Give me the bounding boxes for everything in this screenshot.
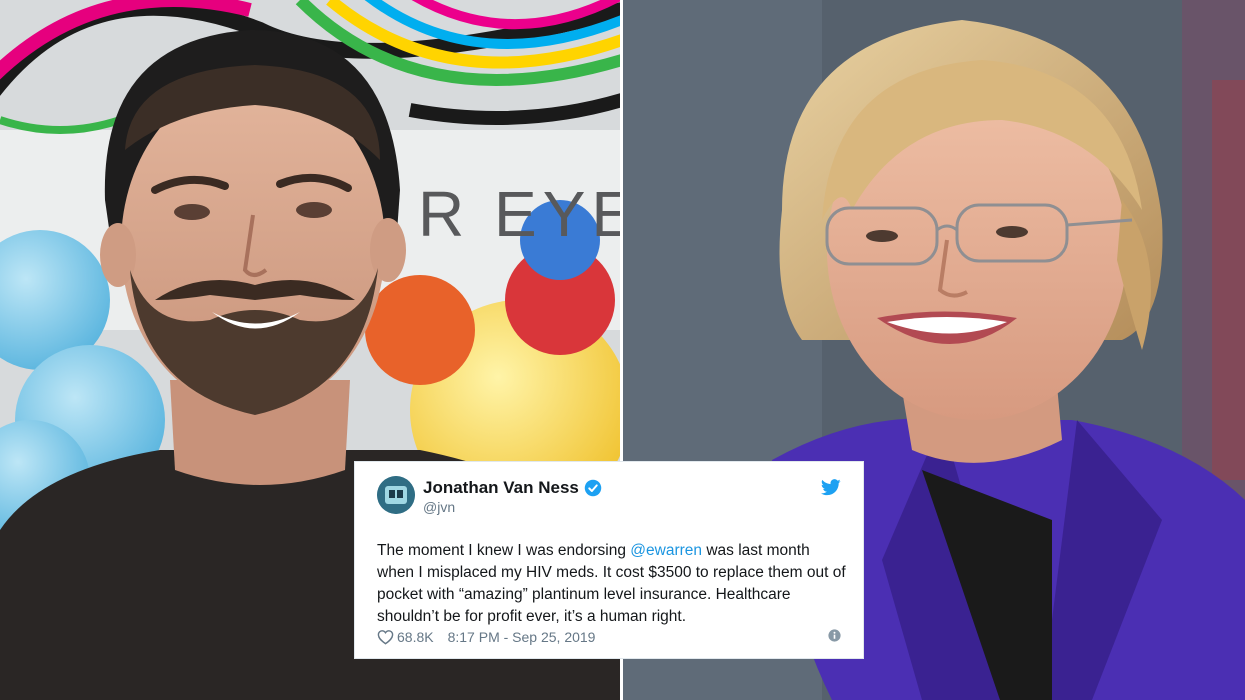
tweet-footer: 68.8K 8:17 PM - Sep 25, 2019 <box>377 628 841 646</box>
display-name[interactable]: Jonathan Van Ness <box>423 478 602 498</box>
tweet-card[interactable]: Jonathan Van Ness @jvn The moment I knew… <box>354 461 864 659</box>
like-button[interactable]: 68.8K <box>377 629 434 645</box>
display-name-text[interactable]: Jonathan Van Ness <box>423 478 579 498</box>
like-count: 68.8K <box>397 629 434 645</box>
timestamp[interactable]: 8:17 PM - Sep 25, 2019 <box>448 629 596 645</box>
handle[interactable]: @jvn <box>423 499 455 515</box>
verified-badge-icon <box>584 479 602 497</box>
mention-link[interactable]: @ewarren <box>630 542 702 559</box>
info-icon[interactable] <box>828 629 841 642</box>
twitter-bird-icon[interactable] <box>821 479 841 496</box>
avatar[interactable] <box>377 476 415 514</box>
backdrop-sign-text: R EYE <box>418 178 622 250</box>
tweet-text: The moment I knew I was endorsing @ewarr… <box>377 540 847 628</box>
tweet-text-start: The moment I knew I was endorsing <box>377 542 631 559</box>
heart-icon[interactable] <box>377 629 394 645</box>
tweet-header: Jonathan Van Ness @jvn <box>377 476 841 520</box>
